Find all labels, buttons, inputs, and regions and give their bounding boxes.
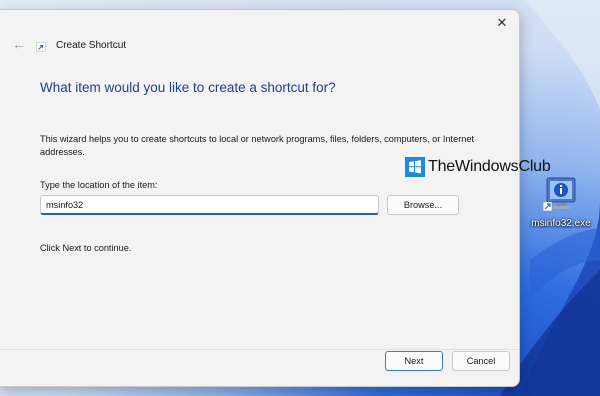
continue-instruction: Click Next to continue. [40, 243, 132, 253]
windows-logo-icon [405, 157, 425, 177]
close-button[interactable]: ✕ [491, 12, 513, 34]
back-button[interactable]: ← [12, 36, 28, 52]
desktop-shortcut-msinfo32[interactable]: msinfo32.exe [528, 176, 594, 229]
wizard-description: This wizard helps you to create shortcut… [40, 134, 475, 157]
back-arrow-icon: ← [12, 36, 26, 52]
window-title: Create Shortcut [56, 40, 127, 51]
shortcut-arrow-icon [36, 42, 46, 52]
dialog-titlebar: ✕ ← Create Shortcut [0, 10, 519, 82]
desktop-icon-label: msinfo32.exe [531, 218, 591, 229]
next-button[interactable]: Next [385, 351, 443, 371]
system-information-icon [542, 177, 576, 212]
watermark-text: TheWindowsClub [428, 158, 551, 175]
watermark: TheWindowsClub [405, 157, 551, 177]
location-input[interactable] [40, 195, 379, 215]
cancel-button[interactable]: Cancel [452, 351, 510, 371]
browse-button[interactable]: Browse... [387, 195, 459, 215]
close-icon: ✕ [496, 15, 508, 30]
desktop: ✕ ← Create Shortcut What item would you … [0, 0, 600, 396]
page-heading: What item would you like to create a sho… [40, 80, 336, 95]
create-shortcut-dialog: ✕ ← Create Shortcut What item would you … [0, 9, 520, 387]
location-field-label: Type the location of the item: [40, 180, 158, 190]
